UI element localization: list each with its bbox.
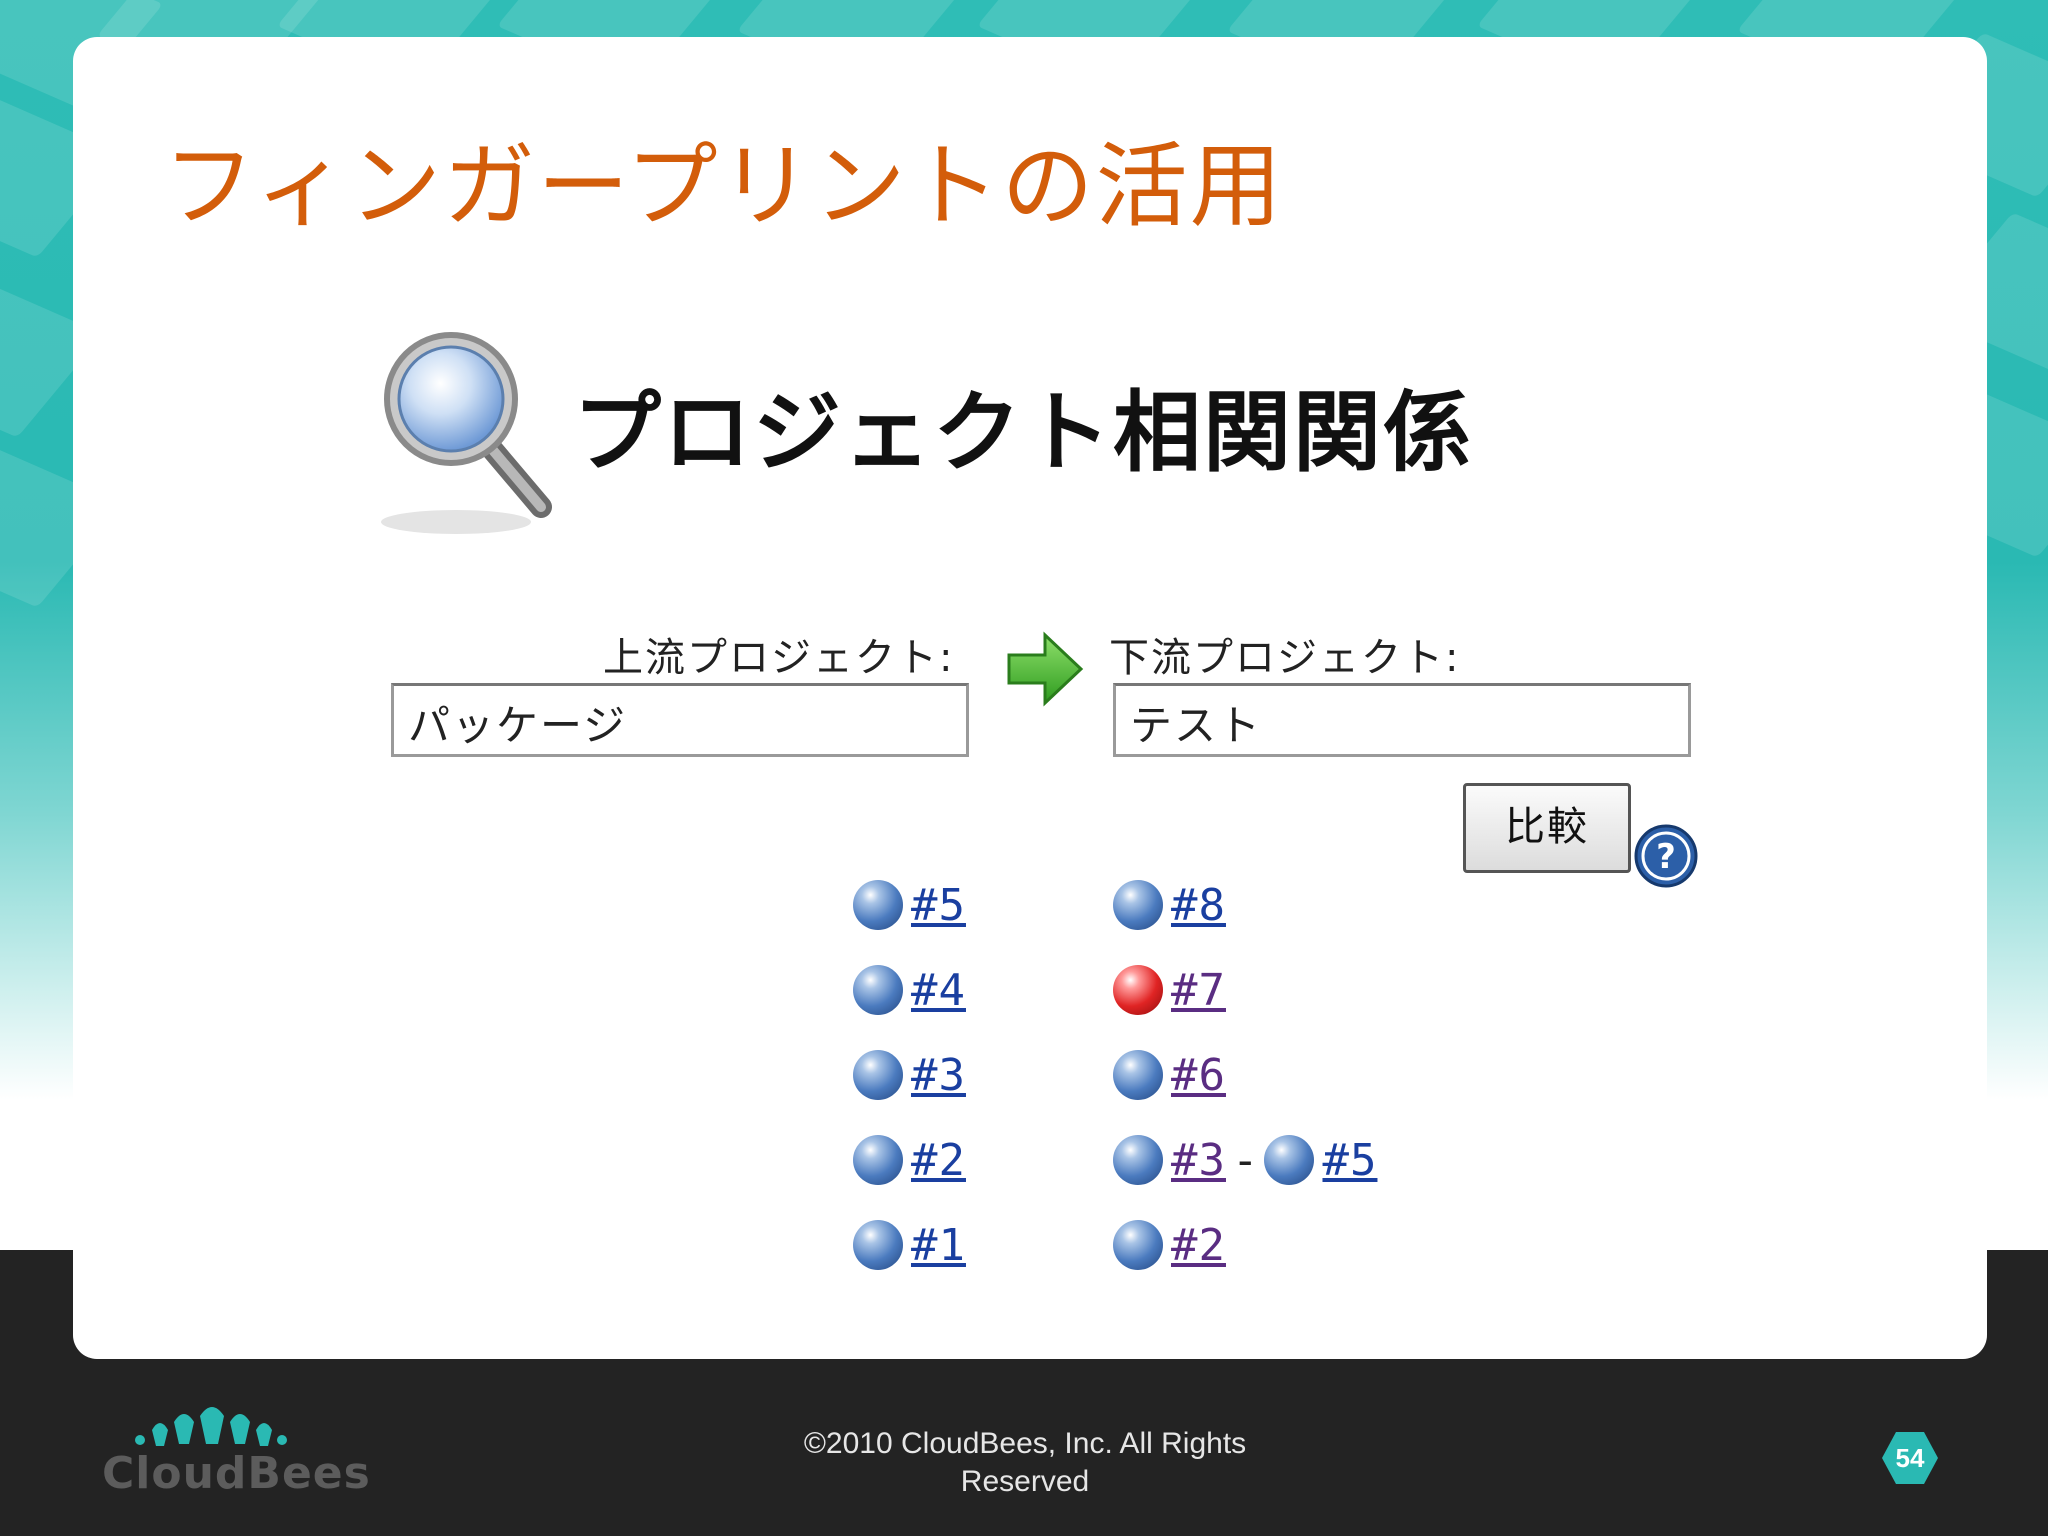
slide-panel: フィンガープリントの活用 プロジェクト相関関係 上流プロジェクト: 下流プロジェ… bbox=[73, 37, 1987, 1359]
build-status-ball-icon bbox=[1113, 1135, 1163, 1185]
help-icon[interactable]: ? bbox=[1633, 823, 1699, 889]
downstream-build-link[interactable]: #5 bbox=[1322, 1135, 1377, 1186]
upstream-label: 上流プロジェクト: bbox=[603, 635, 955, 681]
downstream-build-link[interactable]: #3 bbox=[1171, 1135, 1226, 1186]
downstream-build-row: #8 bbox=[1113, 877, 1226, 933]
upstream-build-row: #3 bbox=[853, 1047, 966, 1103]
downstream-build-row: #7 bbox=[1113, 962, 1226, 1018]
downstream-build-link[interactable]: #2 bbox=[1171, 1220, 1226, 1271]
upstream-build-row: #2 bbox=[853, 1132, 966, 1188]
copyright-text: ©2010 CloudBees, Inc. All Rights Reserve… bbox=[803, 1427, 1247, 1498]
upstream-build-row: #4 bbox=[853, 962, 966, 1018]
jenkins-screenshot: プロジェクト相関関係 上流プロジェクト: 下流プロジェクト: パッケージ テスト… bbox=[73, 37, 1987, 1359]
downstream-build-row: #2 bbox=[1113, 1217, 1226, 1273]
downstream-project-input[interactable]: テスト bbox=[1113, 683, 1691, 757]
upstream-project-input[interactable]: パッケージ bbox=[391, 683, 969, 757]
downstream-build-row: #3 - #5 bbox=[1113, 1132, 1377, 1188]
build-status-ball-icon bbox=[853, 880, 903, 930]
upstream-build-link[interactable]: #4 bbox=[911, 965, 966, 1016]
upstream-build-link[interactable]: #3 bbox=[911, 1050, 966, 1101]
build-status-ball-icon bbox=[853, 1220, 903, 1270]
build-status-ball-icon bbox=[1113, 1050, 1163, 1100]
build-status-ball-icon bbox=[853, 965, 903, 1015]
upstream-build-row: #1 bbox=[853, 1217, 966, 1273]
right-arrow-icon bbox=[1007, 631, 1084, 707]
downstream-build-link[interactable]: #6 bbox=[1171, 1050, 1226, 1101]
build-status-ball-icon bbox=[853, 1050, 903, 1100]
page-number: 54 bbox=[1895, 1443, 1925, 1473]
downstream-build-link[interactable]: #7 bbox=[1171, 965, 1226, 1016]
magnifier-icon bbox=[381, 332, 552, 534]
build-status-ball-icon bbox=[1264, 1135, 1315, 1185]
upstream-build-link[interactable]: #1 bbox=[911, 1220, 966, 1271]
page-heading: プロジェクト相関関係 bbox=[573, 381, 1474, 484]
build-status-ball-icon bbox=[1113, 880, 1163, 930]
svg-text:?: ? bbox=[1656, 837, 1676, 877]
downstream-label: 下流プロジェクト: bbox=[1109, 635, 1461, 681]
cloudbees-logo-text: CloudBees bbox=[102, 1448, 371, 1499]
build-status-ball-icon bbox=[1113, 965, 1163, 1015]
build-status-ball-icon bbox=[853, 1135, 903, 1185]
compare-button[interactable]: 比較 bbox=[1463, 783, 1631, 873]
range-dash: - bbox=[1231, 1134, 1259, 1186]
downstream-build-link[interactable]: #8 bbox=[1171, 880, 1226, 931]
upstream-build-row: #5 bbox=[853, 877, 966, 933]
build-status-ball-icon bbox=[1113, 1220, 1163, 1270]
downstream-build-row: #6 bbox=[1113, 1047, 1226, 1103]
upstream-build-link[interactable]: #5 bbox=[911, 880, 966, 931]
upstream-build-link[interactable]: #2 bbox=[911, 1135, 966, 1186]
